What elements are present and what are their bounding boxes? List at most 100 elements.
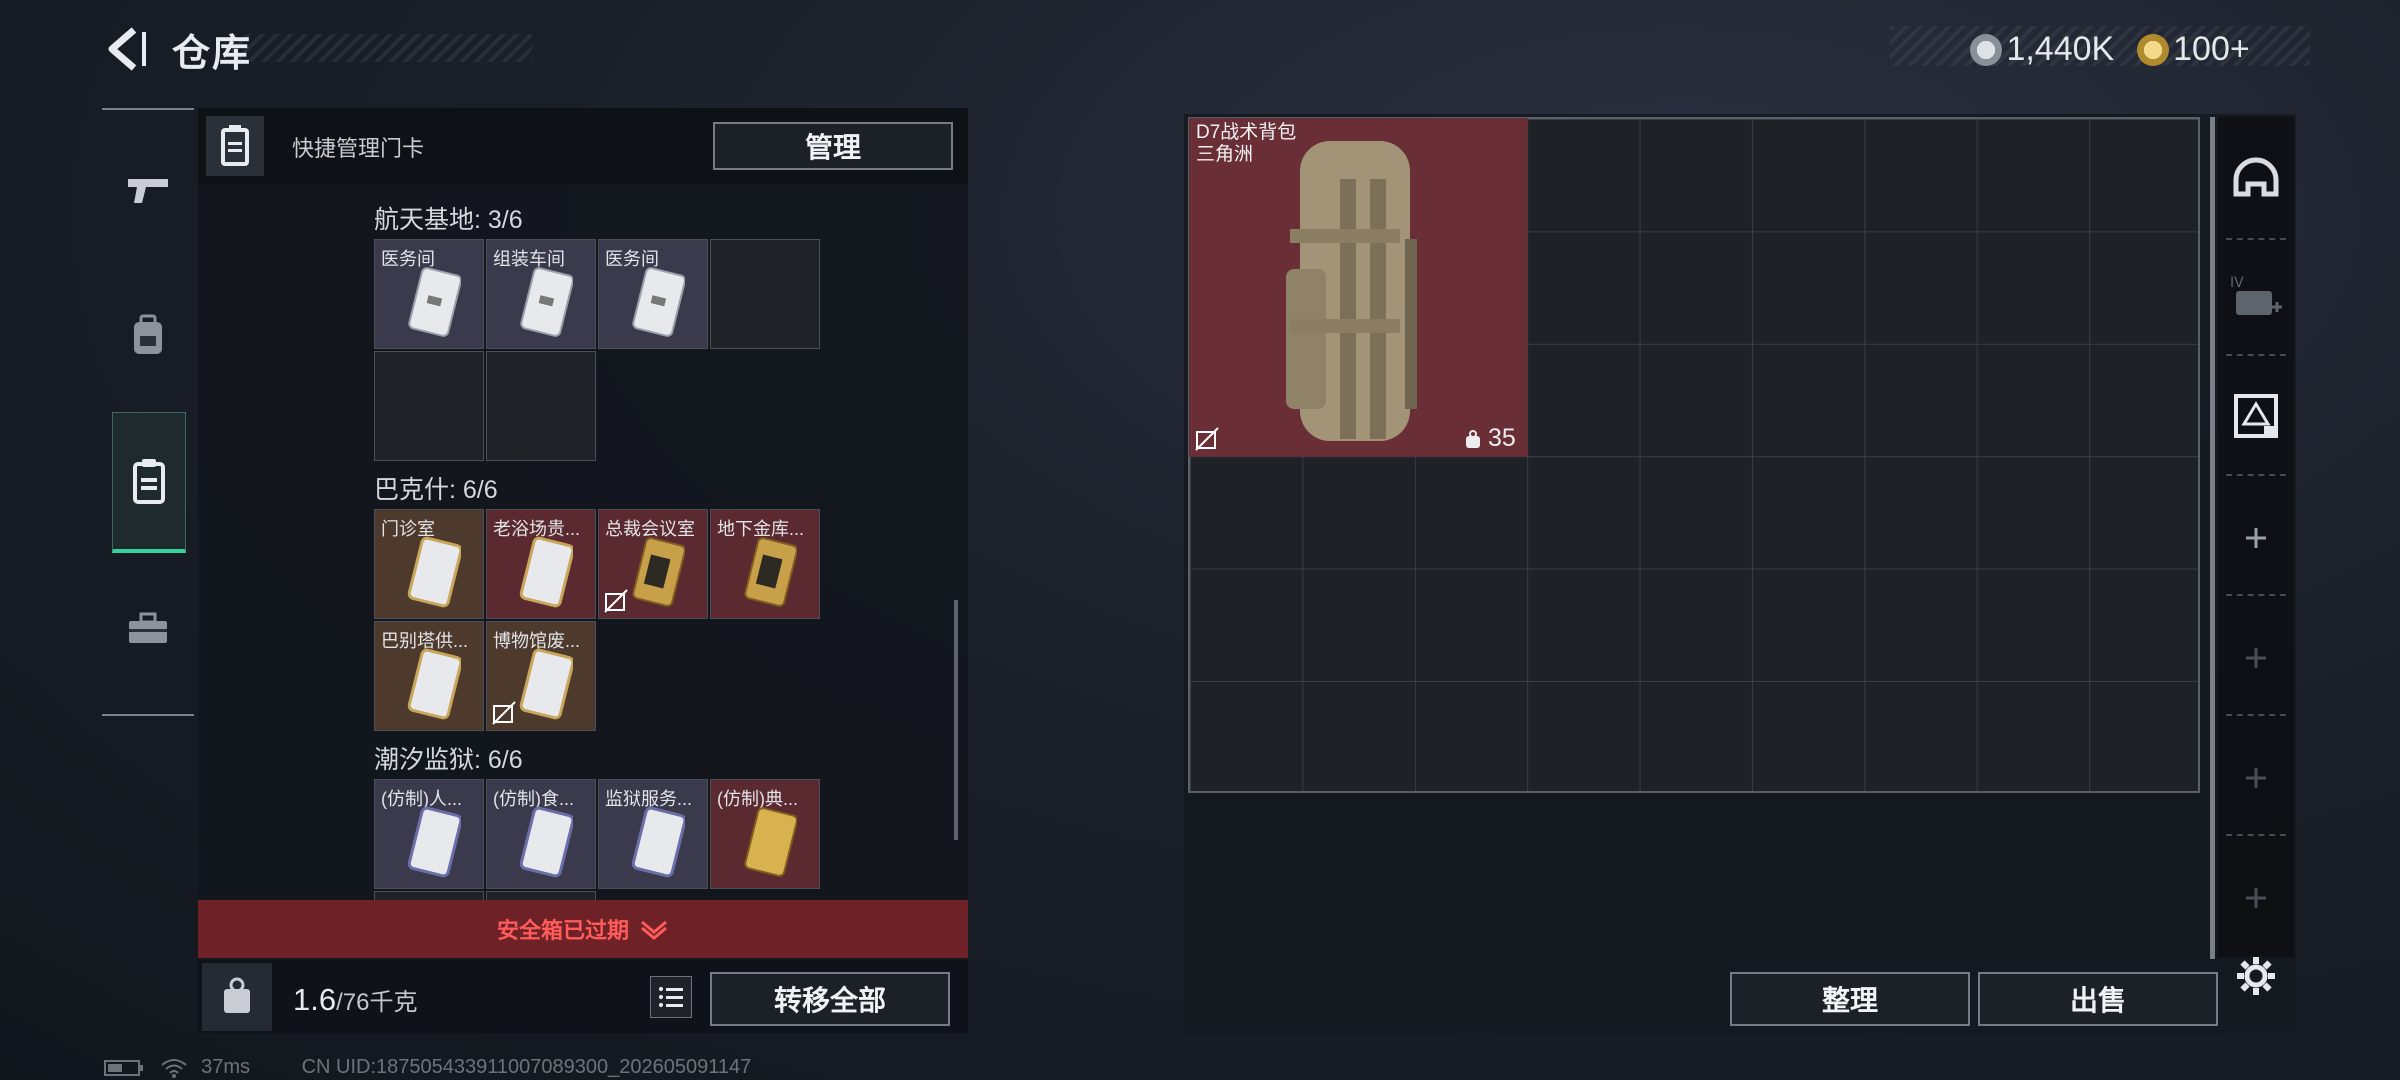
- keycard-slot[interactable]: (仿制)食...: [486, 779, 596, 889]
- keycard-slot[interactable]: (仿制)人...: [374, 779, 484, 889]
- keycard-image: [632, 537, 685, 607]
- empty-slot[interactable]: [486, 351, 596, 461]
- rail-divider: [2226, 354, 2286, 356]
- inventory-scrollbar[interactable]: [954, 600, 958, 840]
- add-slot-button[interactable]: [2218, 870, 2294, 926]
- weight-value: 1.6: [293, 982, 337, 1017]
- add-slot-button[interactable]: [2218, 510, 2294, 566]
- keycard-image: [519, 806, 573, 878]
- medkit-iv-icon: IV: [2230, 275, 2282, 315]
- keycard-slot[interactable]: 医务间: [374, 239, 484, 349]
- item-capacity: 35: [1488, 424, 1516, 452]
- tab-weapons[interactable]: [112, 122, 184, 258]
- backpack-item[interactable]: [1189, 118, 1528, 457]
- plus-icon: [2246, 888, 2266, 908]
- list-view-button[interactable]: [650, 976, 692, 1018]
- helmet-icon: [2233, 157, 2279, 197]
- keycard-slot[interactable]: 组装车间: [486, 239, 596, 349]
- gold-amount: 100+: [2173, 30, 2250, 68]
- title-stripe: [232, 34, 532, 62]
- medkit-slot[interactable]: IV: [2218, 266, 2294, 326]
- gun-icon: [128, 179, 168, 203]
- keycard-image: [408, 267, 461, 337]
- back-arrow-icon[interactable]: [100, 24, 150, 74]
- rail-divider: [2226, 474, 2286, 476]
- no-trade-icon: [1195, 427, 1219, 451]
- plus-icon: [2246, 528, 2266, 548]
- keycard-slot[interactable]: 地下金库...: [710, 509, 820, 619]
- keycard-slot[interactable]: 巴别塔供...: [374, 621, 484, 731]
- empty-slot[interactable]: [710, 239, 820, 349]
- rail-divider: [2226, 714, 2286, 716]
- keycard-image: [520, 267, 573, 337]
- keycard-slot[interactable]: 总裁会议室: [598, 509, 708, 619]
- tab-tools[interactable]: [112, 560, 184, 696]
- gear-icon[interactable]: [2234, 954, 2278, 998]
- page-title: 仓库: [172, 33, 253, 75]
- uid: CN UID:187505433911007089300_20260509114…: [301, 1056, 752, 1078]
- section-label-tidal-prison: 潮汐监狱: 6/6: [374, 746, 523, 774]
- backpack-icon: [134, 314, 162, 354]
- rail-divider: [2226, 594, 2286, 596]
- list-icon: [659, 987, 683, 1007]
- keycard-image: [407, 806, 461, 878]
- quick-manage-label: 快捷管理门卡: [292, 136, 425, 161]
- manage-button[interactable]: 管理: [713, 122, 953, 170]
- rail-divider: [2226, 834, 2286, 836]
- keycard-slot[interactable]: 门诊室: [374, 509, 484, 619]
- ping: 37ms: [201, 1056, 251, 1078]
- gold-coin-icon: [2136, 33, 2169, 66]
- no-trade-icon: [492, 701, 516, 725]
- rail-divider: [2226, 238, 2286, 240]
- sell-button[interactable]: 出售: [1978, 972, 2218, 1026]
- tab-equipment[interactable]: [112, 268, 184, 404]
- item-name: D7战术背包 三角洲: [1196, 122, 1297, 165]
- keycard-slot[interactable]: 监狱服务...: [598, 779, 708, 889]
- plus-icon: [2246, 768, 2266, 788]
- helmet-slot[interactable]: [2218, 150, 2294, 210]
- keycard-slot[interactable]: 医务间: [598, 239, 708, 349]
- weight-max: /76千克: [336, 989, 418, 1016]
- tab-keycards[interactable]: [112, 412, 186, 553]
- keycard-slot[interactable]: 博物馆废...: [486, 621, 596, 731]
- empty-slot[interactable]: [374, 351, 484, 461]
- capacity-icon: [1466, 430, 1480, 448]
- keycard-image: [632, 267, 685, 337]
- no-trade-icon: [604, 589, 628, 613]
- wifi-icon: [160, 1058, 187, 1078]
- keycard-slot[interactable]: 老浴场贵...: [486, 509, 596, 619]
- battery-icon: [104, 1059, 143, 1076]
- weight-display: 1.6/76千克: [293, 982, 417, 1018]
- transfer-all-button[interactable]: 转移全部: [710, 972, 950, 1026]
- armor-slot[interactable]: [2218, 384, 2294, 448]
- section-label-aerospace: 航天基地: 3/6: [374, 206, 523, 234]
- section-label-bakhsh: 巴克什: 6/6: [374, 476, 498, 504]
- keycard-image: [519, 536, 573, 608]
- plus-icon: [2246, 648, 2266, 668]
- status-bar: 37ms CN UID:187505433911007089300_202605…: [104, 1056, 751, 1079]
- keycard-slot[interactable]: (仿制)典...: [710, 779, 820, 889]
- sort-button[interactable]: 整理: [1730, 972, 1970, 1026]
- currency-bar: 1,440K 100+: [1890, 26, 2310, 68]
- keycard-image: [631, 806, 685, 878]
- safe-box-expired-label: 安全箱已过期: [496, 918, 629, 943]
- slot-overflow: [486, 891, 596, 900]
- slot-overflow: [374, 891, 484, 900]
- chevron-down-icon: [641, 920, 667, 940]
- keycard-manage-icon: [206, 116, 264, 176]
- safe-box-expired-bar[interactable]: 安全箱已过期: [198, 900, 968, 958]
- weight-icon: [202, 963, 272, 1031]
- armor-icon: [2234, 394, 2278, 438]
- keycard-icon: [133, 459, 165, 504]
- svg-text:IV: IV: [2230, 275, 2244, 291]
- toolbox-icon: [129, 612, 167, 643]
- add-slot-button[interactable]: [2218, 750, 2294, 806]
- add-slot-button[interactable]: [2218, 630, 2294, 686]
- keycard-image: [519, 648, 573, 720]
- keycard-image: [407, 536, 461, 608]
- backpack-scrollbar[interactable]: [2210, 117, 2215, 959]
- keycard-image: [407, 648, 461, 720]
- tactical-backpack-image: [1286, 141, 1417, 441]
- silver-coin-icon: [1970, 33, 2002, 66]
- silver-amount: 1,440K: [2006, 30, 2115, 68]
